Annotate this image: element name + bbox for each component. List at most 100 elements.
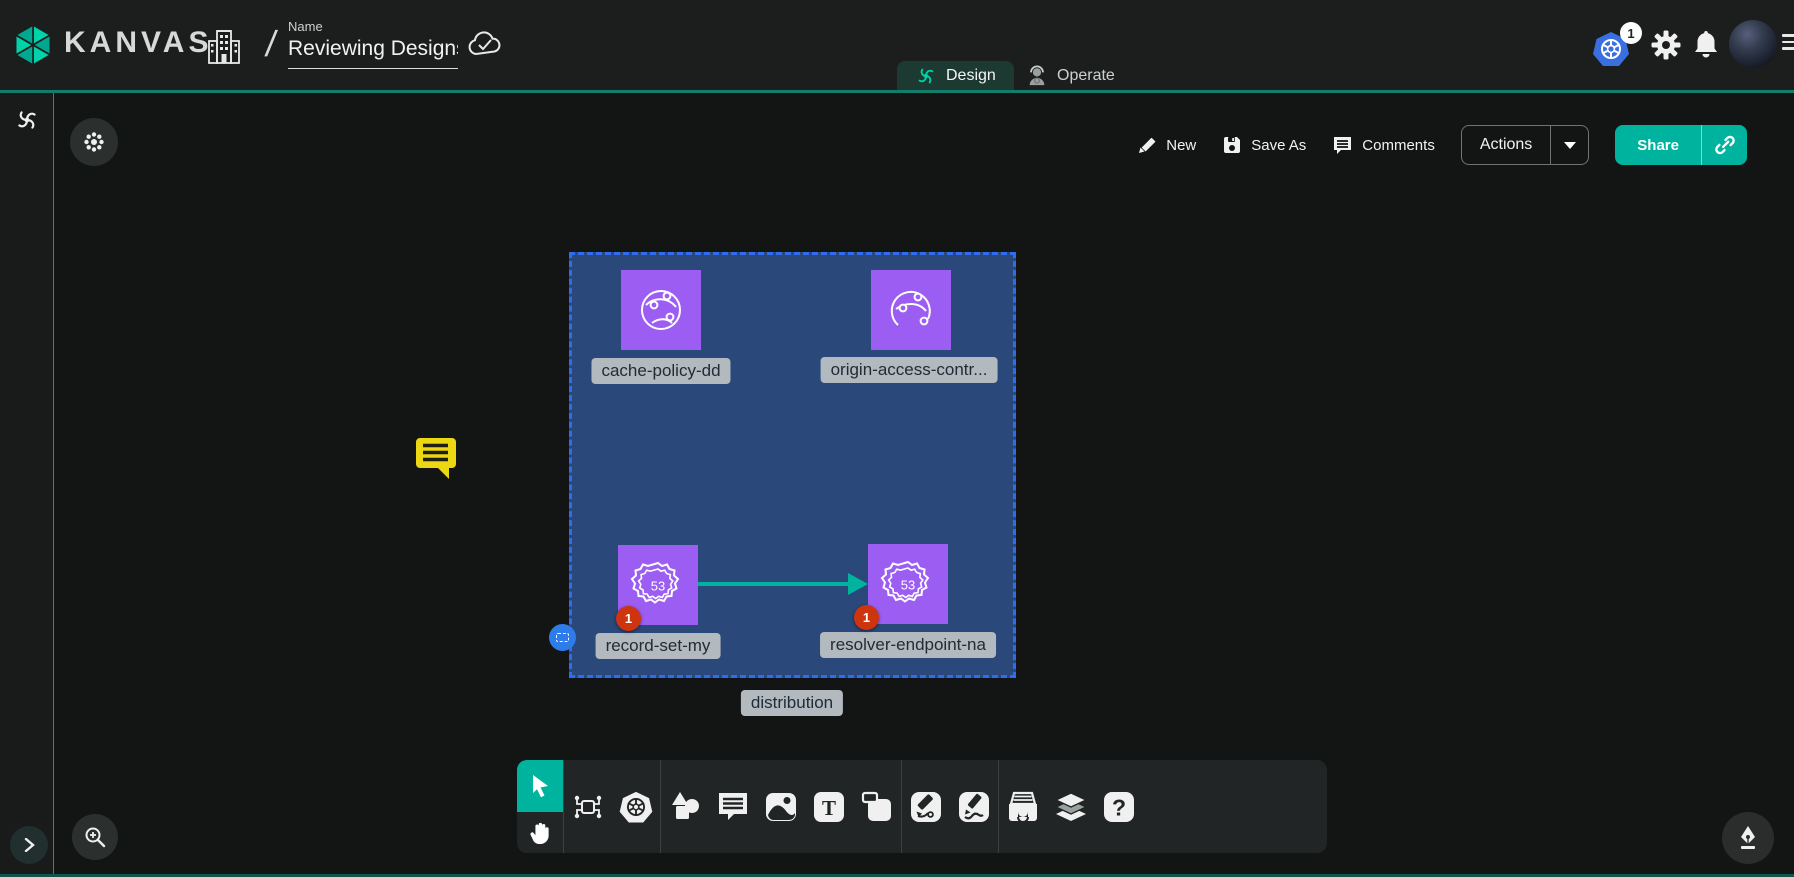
design-toolbar: New Save As Comments Acti xyxy=(1137,124,1747,166)
comments-icon xyxy=(1332,135,1353,155)
name-field-label: Name xyxy=(288,19,458,34)
kubernetes-wheel-icon xyxy=(618,789,654,825)
zoom-in-icon xyxy=(84,826,106,848)
comment-tool-button[interactable] xyxy=(711,760,755,853)
new-button[interactable]: New xyxy=(1137,135,1196,155)
dashed-rect-icon xyxy=(556,633,569,642)
design-tab-spiral-icon xyxy=(915,65,937,87)
zoom-button[interactable] xyxy=(72,814,118,860)
actions-dropdown-toggle[interactable] xyxy=(1550,126,1588,164)
gear-icon xyxy=(1650,29,1682,61)
group-label-distribution[interactable]: distribution xyxy=(741,690,843,716)
layers-tool-button[interactable] xyxy=(1049,760,1093,853)
help-tool-button[interactable]: ? xyxy=(1097,760,1141,853)
actions-button[interactable]: Actions xyxy=(1462,126,1550,164)
new-button-label: New xyxy=(1166,137,1196,154)
settings-button[interactable] xyxy=(1650,29,1682,61)
share-split-button: Share xyxy=(1615,125,1747,165)
cursor-arrow-icon xyxy=(529,774,551,798)
archive-tool-button[interactable] xyxy=(1001,760,1045,853)
pen-path-icon xyxy=(909,790,943,824)
cloudfront-network-icon xyxy=(634,283,688,337)
svg-text:53: 53 xyxy=(651,579,665,594)
toolbar-divider xyxy=(563,760,564,853)
brand-title: KANVAS xyxy=(64,26,212,60)
copy-link-button[interactable] xyxy=(1701,125,1747,165)
kanvas-logo-icon[interactable] xyxy=(12,24,54,71)
node-origin-access[interactable] xyxy=(871,270,951,350)
comment-tool-icon xyxy=(716,791,750,823)
comments-button-label: Comments xyxy=(1362,137,1435,154)
svg-text:T: T xyxy=(822,796,836,820)
save-as-button[interactable]: Save As xyxy=(1222,135,1306,155)
actions-split-button: Actions xyxy=(1461,125,1589,165)
component-circuit-icon xyxy=(571,790,605,824)
breadcrumb-slash: / xyxy=(263,23,279,65)
menu-icon[interactable] xyxy=(1782,34,1794,50)
canvas-tool-palette: T xyxy=(517,760,1327,853)
operate-tab-person-icon xyxy=(1026,65,1048,87)
chevron-down-icon xyxy=(1564,142,1576,149)
pencil-new-icon xyxy=(1137,135,1157,155)
route53-shield-icon: 53 xyxy=(630,557,686,613)
tab-operate-label: Operate xyxy=(1057,67,1115,85)
resolver-count-badge[interactable]: 1 xyxy=(854,605,879,630)
node-label-cache-policy[interactable]: cache-policy-dd xyxy=(591,358,730,384)
group-selection-handle[interactable] xyxy=(549,624,576,651)
hand-tool-button[interactable] xyxy=(517,812,563,853)
design-name-input[interactable] xyxy=(288,34,458,69)
component-tool-button[interactable] xyxy=(566,760,610,853)
expand-sidebar-button[interactable] xyxy=(10,826,48,864)
pen-path-tool-button[interactable] xyxy=(904,760,948,853)
tab-operate[interactable]: Operate xyxy=(1008,61,1133,90)
comment-bubble-icon xyxy=(412,433,459,480)
toolbar-divider xyxy=(660,760,661,853)
shapes-tool-button[interactable] xyxy=(663,760,707,853)
pen-nib-icon xyxy=(1736,825,1760,851)
toolbar-divider xyxy=(998,760,999,853)
note-tool-button[interactable] xyxy=(855,760,899,853)
layers-icon xyxy=(1053,790,1089,824)
note-icon xyxy=(860,790,894,824)
pointer-tools xyxy=(517,760,563,853)
pencil-draw-icon xyxy=(957,790,991,824)
cloudfront-network-icon xyxy=(884,283,938,337)
svg-text:53: 53 xyxy=(901,578,915,593)
kubernetes-tool-button[interactable] xyxy=(614,760,658,853)
node-cache-policy[interactable] xyxy=(621,270,701,350)
edge-record-to-resolver[interactable] xyxy=(698,569,870,599)
text-icon: T xyxy=(812,790,846,824)
route53-shield-icon: 53 xyxy=(880,556,936,612)
shapes-icon xyxy=(668,790,702,824)
share-button[interactable]: Share xyxy=(1615,125,1701,165)
node-label-origin-access[interactable]: origin-access-contr... xyxy=(821,357,998,383)
node-label-resolver-endpoint[interactable]: resolver-endpoint-na xyxy=(820,632,996,658)
notifications-button[interactable] xyxy=(1692,30,1720,60)
kubernetes-count-badge: 1 xyxy=(1620,22,1642,44)
flower-node-icon xyxy=(83,131,105,153)
bell-icon xyxy=(1692,30,1720,60)
comments-button[interactable]: Comments xyxy=(1332,135,1435,155)
text-tool-button[interactable]: T xyxy=(807,760,851,853)
question-mark-icon: ? xyxy=(1102,790,1136,824)
cloud-save-status-icon xyxy=(466,30,504,65)
node-resolver-endpoint[interactable]: 53 xyxy=(868,544,948,624)
comment-marker[interactable] xyxy=(412,433,459,485)
tab-design[interactable]: Design xyxy=(897,61,1014,90)
organization-icon[interactable] xyxy=(205,25,243,72)
chevron-right-icon xyxy=(22,838,36,852)
link-icon xyxy=(1714,134,1736,156)
user-avatar[interactable] xyxy=(1729,20,1777,68)
media-tool-button[interactable] xyxy=(759,760,803,853)
canvas-cluster-button[interactable] xyxy=(70,118,118,166)
kanvas-app: KANVAS / Name xyxy=(0,0,1794,877)
node-label-record-set[interactable]: record-set-my xyxy=(596,633,721,659)
header-accent-line xyxy=(0,90,1794,93)
select-tool-button[interactable] xyxy=(517,760,563,812)
image-icon xyxy=(764,791,798,823)
tab-design-label: Design xyxy=(946,67,996,85)
pen-mode-button[interactable] xyxy=(1722,812,1774,864)
meshery-spiral-icon[interactable] xyxy=(14,107,40,138)
record-set-count-badge[interactable]: 1 xyxy=(616,606,641,631)
pencil-draw-tool-button[interactable] xyxy=(952,760,996,853)
